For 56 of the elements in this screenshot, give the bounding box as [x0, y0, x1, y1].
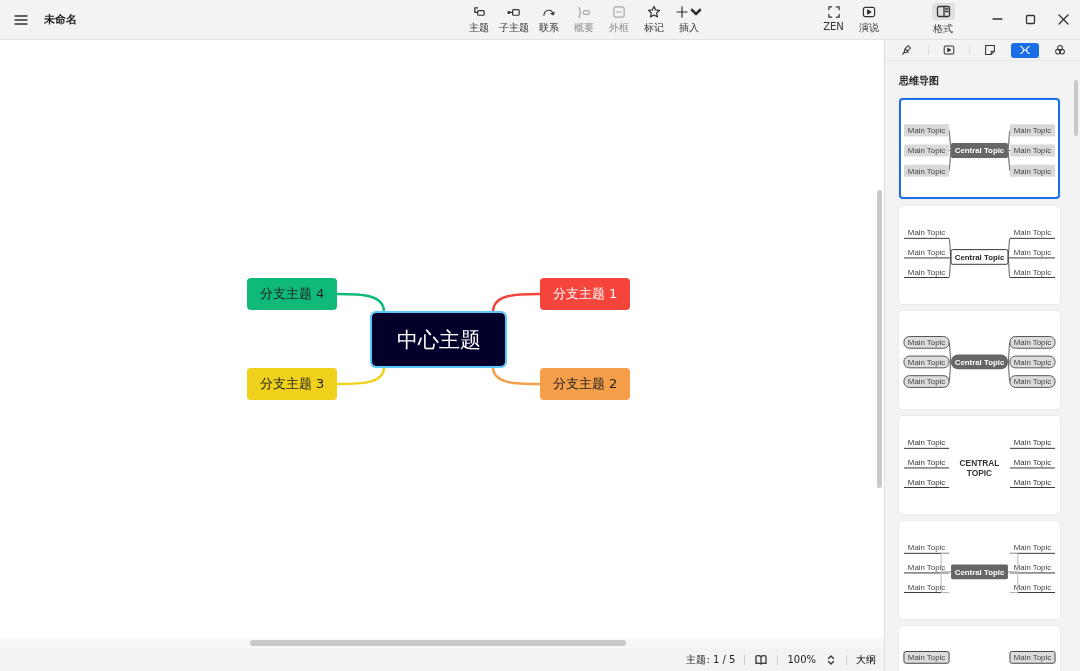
book-icon [755, 654, 768, 665]
main-topic: Main Topic [1009, 164, 1056, 177]
topic-count: 主题: 1 / 5 [686, 652, 736, 667]
structure-icon [1019, 44, 1031, 56]
main-topic: Main Topic [1009, 124, 1056, 137]
main-topic: Main Topic [903, 124, 950, 137]
central-topic: CENTRAL TOPIC [959, 458, 1000, 478]
plus-icon [674, 4, 689, 19]
toolbar-button[interactable]: 标记 [636, 4, 671, 35]
maximize-icon [1025, 14, 1036, 25]
connector-line [337, 292, 386, 313]
central-topic: Central Topic [951, 142, 1008, 159]
toolbar-button[interactable]: 插入 [671, 4, 706, 35]
toolbar-button[interactable]: 演说 [851, 4, 886, 35]
template-card[interactable]: Main Topic Main Topic Main Topic Main Topic Main Topic Main Topic Central Topic [899, 98, 1060, 199]
play-icon [861, 4, 876, 19]
toolbar-button[interactable]: ZEN [816, 4, 851, 35]
connector-line [948, 129, 1011, 172]
section-title: 思维导图 [899, 74, 940, 88]
branch-topic[interactable]: 分支主题 3 [247, 368, 337, 400]
main-topic: Main Topic [903, 164, 950, 177]
brush-icon [901, 44, 914, 56]
branch-topic[interactable]: 分支主题 1 [540, 278, 630, 310]
branch-topic[interactable]: 分支主题 4 [247, 278, 337, 310]
close-icon [1058, 14, 1069, 25]
circles-icon [1053, 44, 1066, 56]
outline-view-button[interactable] [754, 652, 769, 667]
connector-line [948, 237, 1011, 278]
outline-button[interactable]: 大纲 [856, 652, 876, 667]
boundary-icon [611, 4, 626, 19]
fullscreen-icon [826, 4, 841, 19]
branch-topic[interactable]: 分支主题 2 [540, 368, 630, 400]
scrollbar-thumb[interactable] [877, 190, 882, 488]
scrollbar-thumb[interactable] [1074, 80, 1078, 136]
chevron-icon [827, 653, 835, 666]
bracket-icon [576, 4, 591, 19]
star-icon [646, 4, 661, 19]
format-button[interactable]: 格式 [928, 3, 958, 36]
scrollbar-thumb[interactable] [250, 640, 626, 646]
main-topic: Main Topic [1009, 144, 1056, 157]
toolbar-button[interactable]: 子主题 [496, 4, 531, 35]
topic-icon [471, 4, 486, 19]
toolbar-button[interactable]: 主题 [461, 4, 496, 35]
toolbar-button[interactable]: 联系 [531, 4, 566, 35]
window-title: 未命名 [44, 12, 77, 27]
play-icon [942, 44, 955, 56]
connector-line [491, 366, 540, 386]
zoom-level: 100% [787, 654, 816, 665]
main-topic: Main Topic [903, 144, 950, 157]
central-topic[interactable]: 中心主题 [372, 313, 505, 366]
menu-icon [14, 13, 28, 26]
connector-line [337, 366, 386, 386]
sticky-note-icon [984, 44, 997, 56]
connector-line [948, 341, 1011, 383]
connector-line [491, 292, 540, 313]
panel-icon [935, 5, 951, 18]
